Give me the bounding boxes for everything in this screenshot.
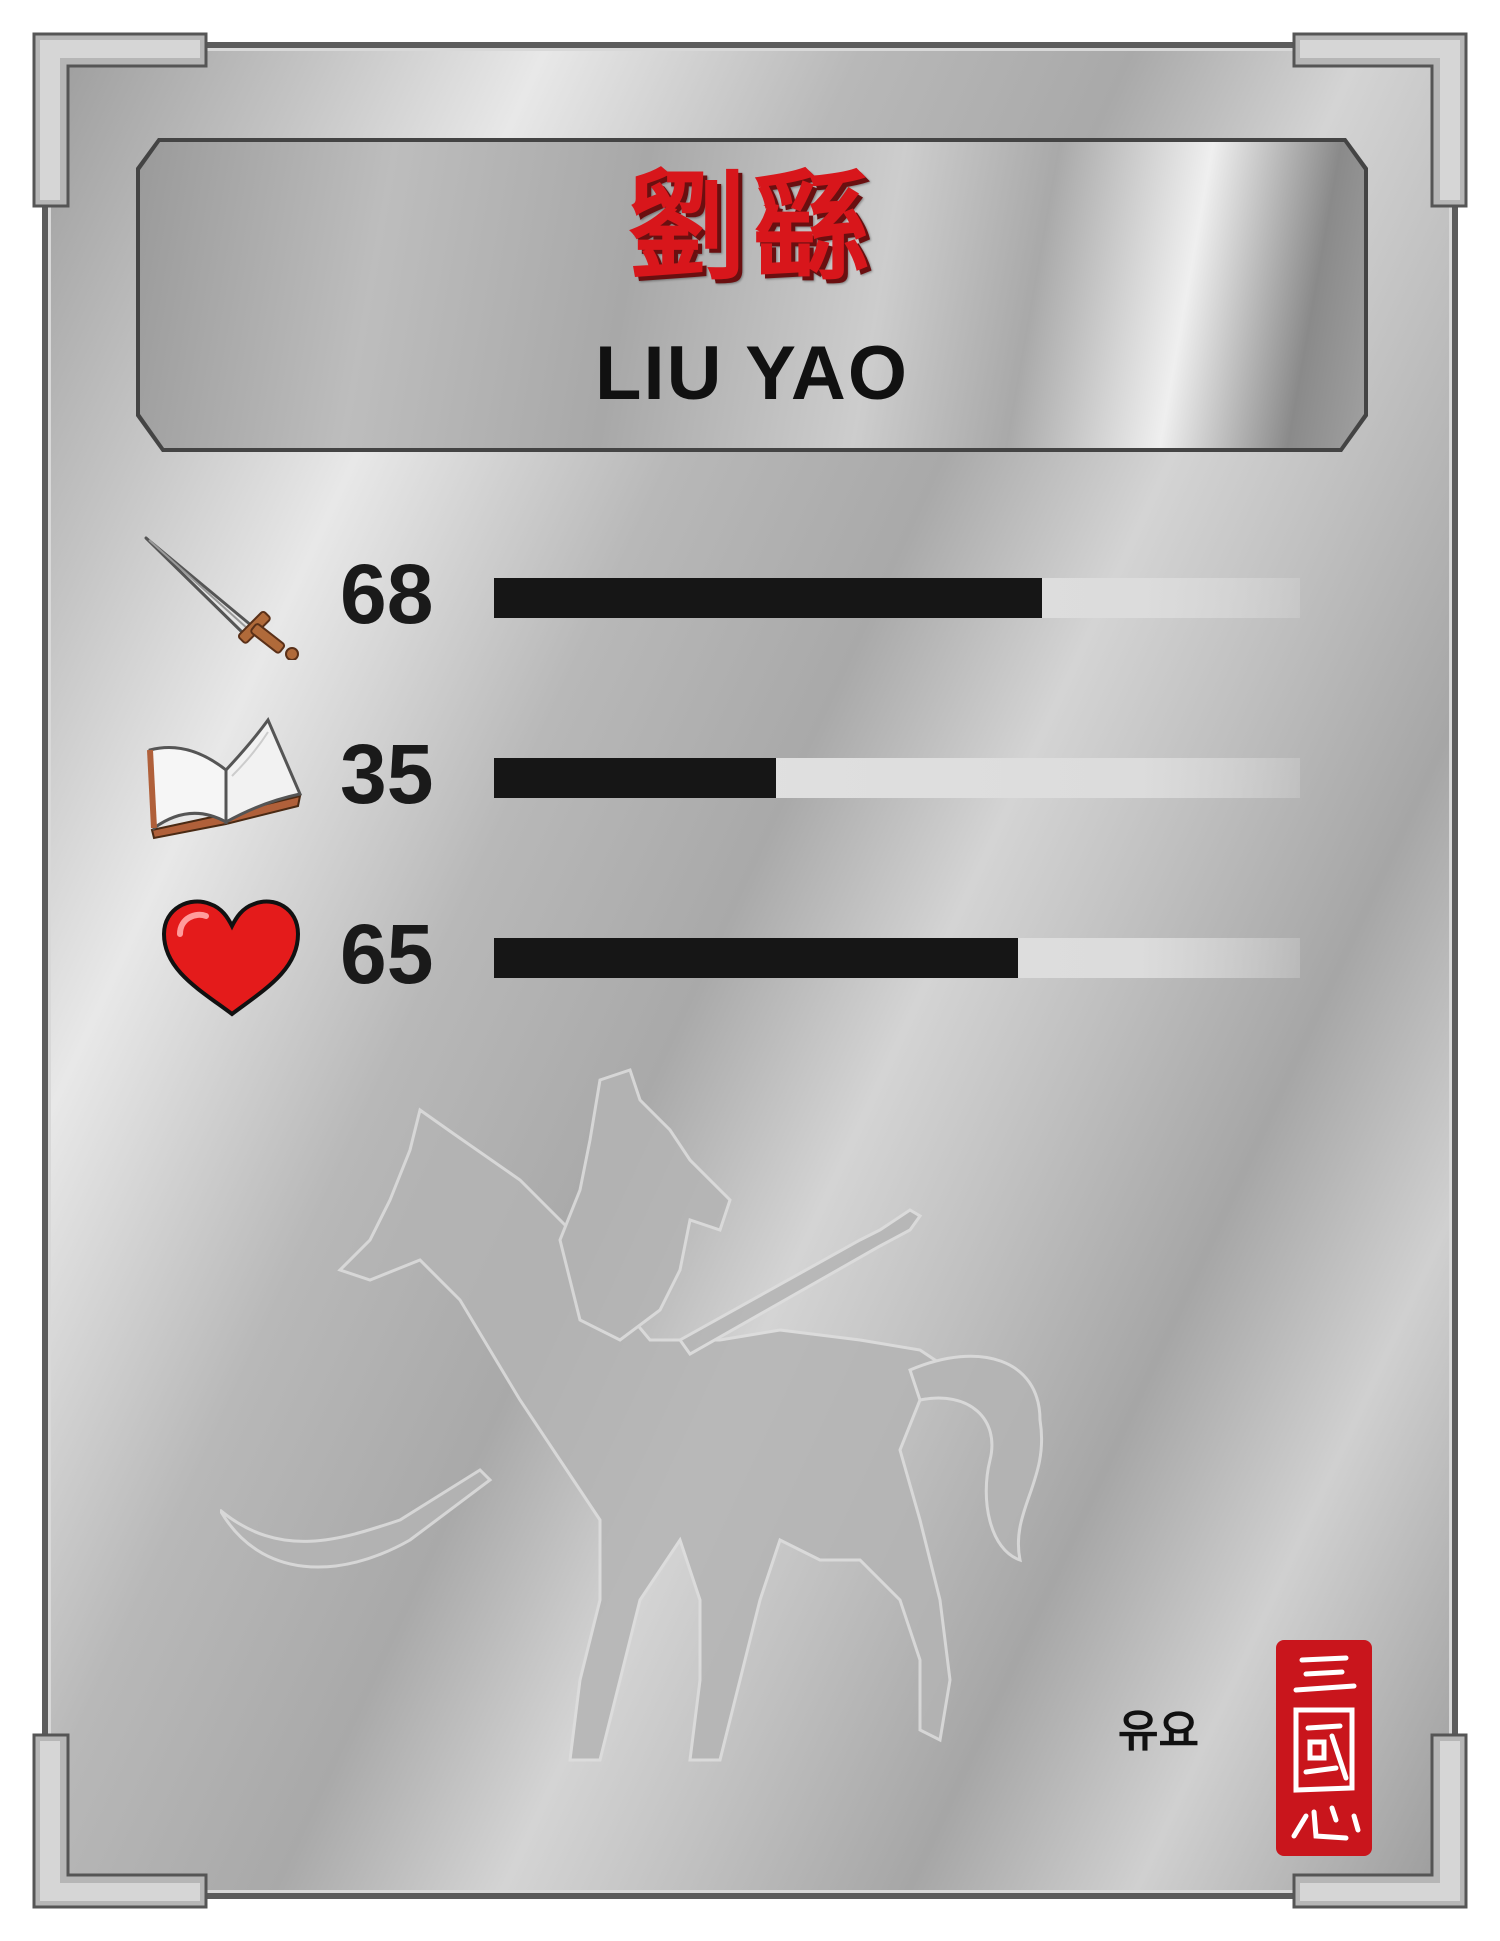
stat-row-strength: 68 (140, 530, 1300, 660)
stat-row-health: 65 (140, 890, 1300, 1020)
stat-bar-track-health (494, 938, 1300, 978)
stat-bar-fill-intelligence (494, 758, 777, 798)
three-kingdoms-seal (1276, 1640, 1372, 1856)
stat-bar-track-intelligence (494, 758, 1300, 798)
sword-icon (140, 530, 310, 660)
character-name-english: LIU YAO (595, 331, 909, 416)
stat-value-intelligence: 35 (340, 727, 434, 821)
stat-value-strength: 68 (340, 547, 434, 641)
stat-bar-fill-health (494, 938, 1018, 978)
heart-icon (140, 890, 310, 1020)
corner-bracket-bottom-left (30, 1731, 210, 1911)
book-icon (140, 710, 310, 840)
stat-bar-track-strength (494, 578, 1300, 618)
horseman-silhouette (220, 1040, 1140, 1820)
stat-value-health: 65 (340, 907, 434, 1001)
stat-bar-fill-strength (494, 578, 1043, 618)
character-name-korean: 유요 (1118, 1706, 1199, 1757)
stat-row-intelligence: 35 (140, 710, 1300, 840)
